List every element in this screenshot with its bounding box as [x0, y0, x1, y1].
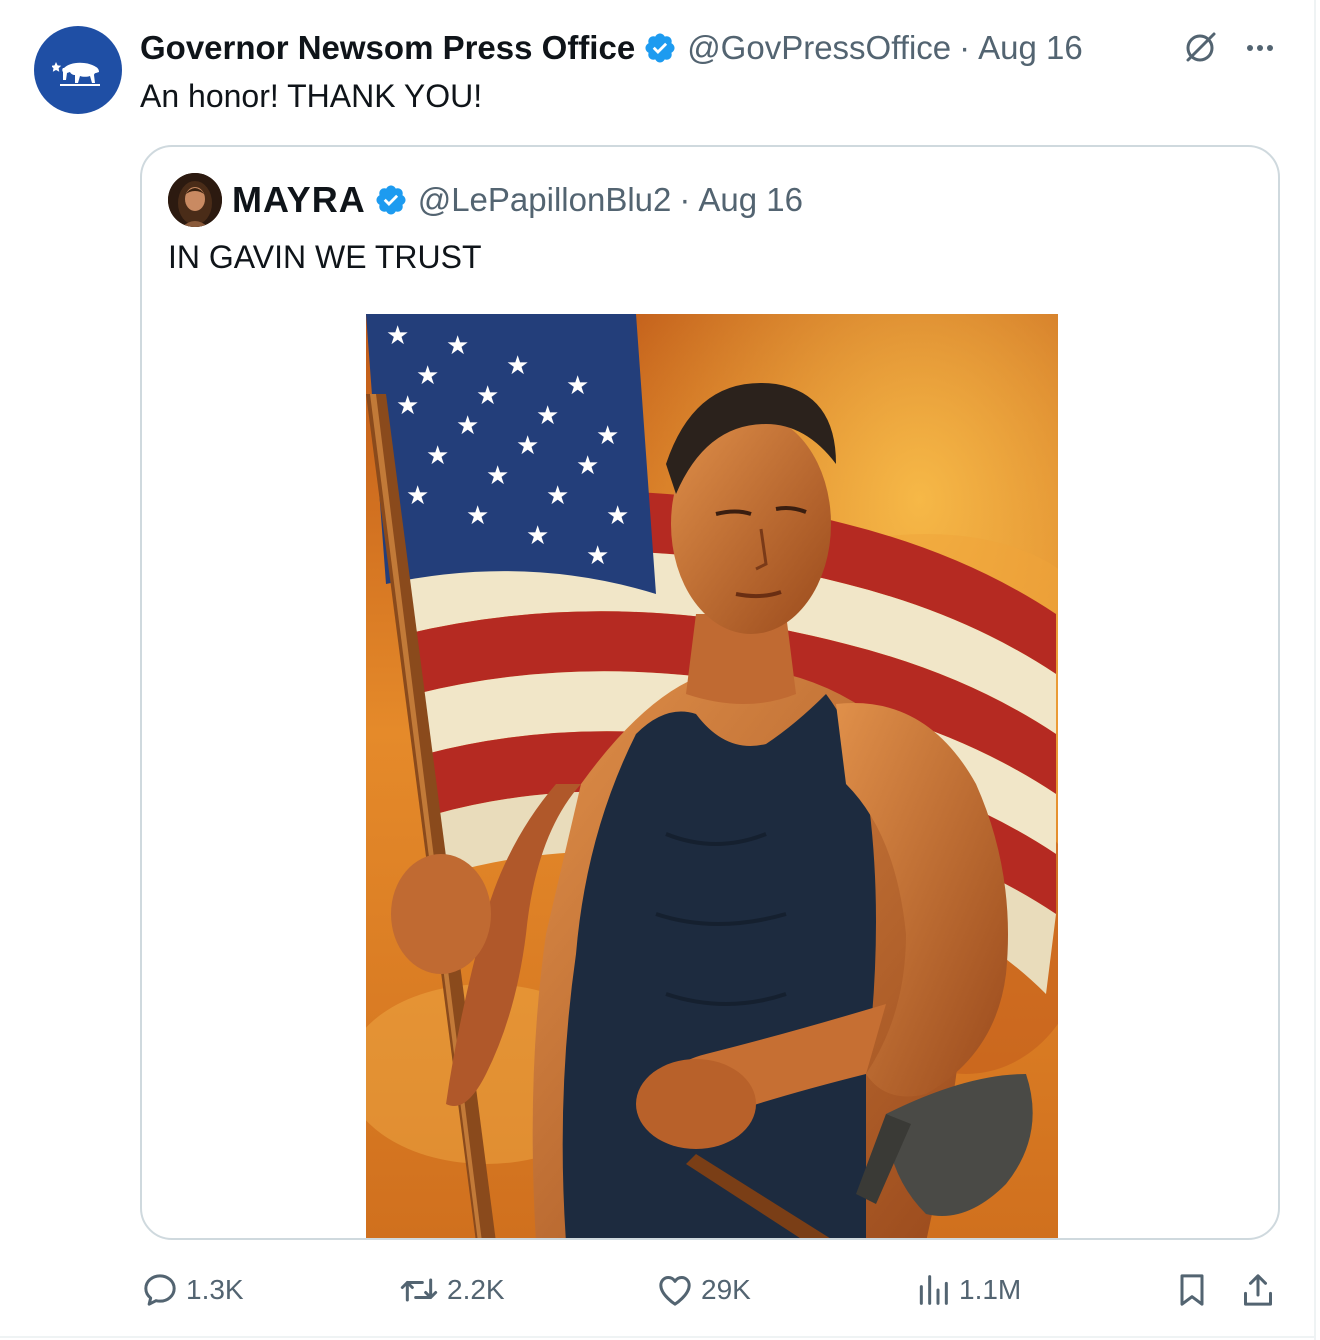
- svg-text:★: ★: [386, 321, 409, 351]
- bookmark-icon: [1180, 1274, 1204, 1306]
- author-name[interactable]: Governor Newsom Press Office: [140, 29, 635, 67]
- quoted-timestamp[interactable]: Aug 16: [698, 181, 803, 219]
- like-icon: [659, 1276, 691, 1306]
- svg-text:★: ★: [416, 361, 439, 391]
- svg-text:★: ★: [576, 451, 599, 481]
- grok-icon[interactable]: [1180, 28, 1220, 68]
- author-handle[interactable]: @GovPressOffice: [687, 29, 951, 67]
- author-avatar[interactable]: [34, 26, 122, 114]
- svg-text:★: ★: [546, 481, 569, 511]
- svg-text:★: ★: [516, 431, 539, 461]
- svg-text:★: ★: [606, 501, 629, 531]
- action-bar: 1.3K 2.2K 29K 1.1M: [0, 1265, 1320, 1315]
- quoted-author-avatar[interactable]: [168, 173, 222, 227]
- reply-count: 1.3K: [186, 1274, 244, 1305]
- person-avatar-icon: [168, 173, 222, 227]
- bear-logo-icon: [52, 62, 100, 86]
- separator-dot: ·: [959, 29, 971, 66]
- quoted-text: IN GAVIN WE TRUST: [168, 239, 482, 275]
- reply-button[interactable]: 1.3K: [140, 1265, 244, 1315]
- views-count: 1.1M: [959, 1274, 1022, 1305]
- reply-icon: [144, 1274, 176, 1306]
- quoted-author-handle[interactable]: @LePapillonBlu2: [418, 181, 672, 219]
- views-button[interactable]: 1.1M: [913, 1265, 1021, 1315]
- svg-text:★: ★: [446, 331, 469, 361]
- svg-text:★: ★: [466, 501, 489, 531]
- views-icon: [919, 1275, 948, 1305]
- column-divider: [1314, 0, 1316, 1340]
- bookmark-button[interactable]: [1172, 1265, 1218, 1315]
- repost-count: 2.2K: [447, 1274, 505, 1305]
- separator-dot: ·: [679, 181, 691, 218]
- share-button[interactable]: [1238, 1265, 1284, 1315]
- verified-badge-icon[interactable]: [374, 183, 408, 217]
- svg-text:★: ★: [486, 461, 509, 491]
- svg-text:★: ★: [586, 541, 609, 571]
- like-count: 29K: [701, 1274, 751, 1305]
- tweet-timestamp[interactable]: Aug 16: [978, 29, 1083, 67]
- svg-text:★: ★: [456, 411, 479, 441]
- svg-text:★: ★: [526, 521, 549, 551]
- quoted-author-name[interactable]: MAYRA: [232, 179, 366, 221]
- svg-text:★: ★: [426, 441, 449, 471]
- retweet-icon: [400, 1278, 438, 1302]
- repost-button[interactable]: 2.2K: [397, 1265, 505, 1315]
- more-icon[interactable]: [1240, 28, 1280, 68]
- svg-text:★: ★: [406, 481, 429, 511]
- like-button[interactable]: 29K: [655, 1265, 751, 1315]
- quoted-header: MAYRA @LePapillonBlu2 · Aug 16: [232, 179, 803, 221]
- tweet-divider: [0, 1336, 1316, 1338]
- quoted-media-image[interactable]: ★ ★ ★ ★ ★ ★ ★ ★ ★ ★ ★ ★ ★ ★ ★ ★ ★ ★ ★ ★: [366, 314, 1058, 1238]
- tweet-header: Governor Newsom Press Office @GovPressOf…: [140, 28, 1083, 68]
- tweet[interactable]: Governor Newsom Press Office @GovPressOf…: [0, 0, 1320, 1340]
- share-icon: [1244, 1274, 1272, 1306]
- svg-text:★: ★: [506, 351, 529, 381]
- quoted-tweet[interactable]: MAYRA @LePapillonBlu2 · Aug 16 IN GAVIN …: [140, 145, 1280, 1240]
- verified-badge-icon[interactable]: [643, 31, 677, 65]
- svg-text:★: ★: [566, 371, 589, 401]
- svg-text:★: ★: [596, 421, 619, 451]
- svg-text:★: ★: [536, 401, 559, 431]
- tweet-text: An honor! THANK YOU!: [140, 78, 483, 114]
- svg-text:★: ★: [396, 391, 419, 421]
- svg-text:★: ★: [476, 381, 499, 411]
- poster-illustration: ★ ★ ★ ★ ★ ★ ★ ★ ★ ★ ★ ★ ★ ★ ★ ★ ★ ★ ★ ★: [366, 314, 1058, 1238]
